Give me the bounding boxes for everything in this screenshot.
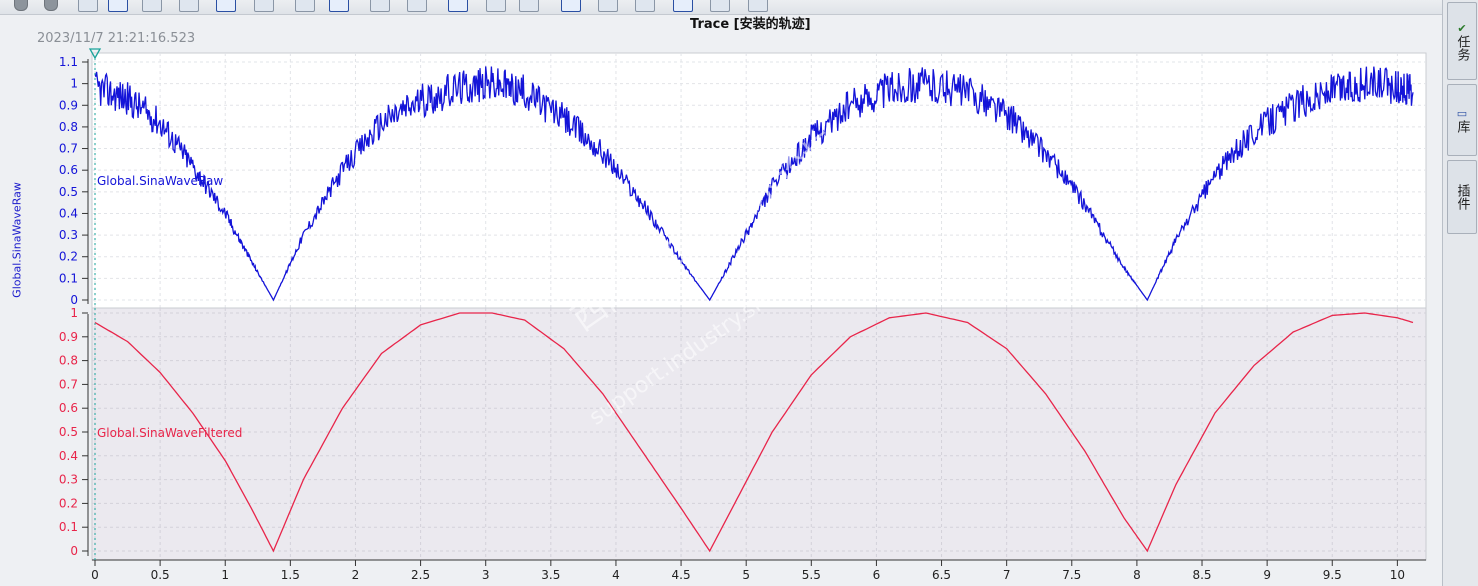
y-tick-label: 1 (70, 77, 78, 91)
task-card-panel: ✔ 任务 ▭ 库 插件 (1442, 0, 1478, 586)
plot-area-2 (91, 307, 1427, 561)
y-tick-label: 0.9 (59, 98, 78, 112)
x-tick-label: 9.5 (1323, 568, 1342, 582)
x-tick-label: 7.5 (1062, 568, 1081, 582)
x-tick-label: 6 (873, 568, 881, 582)
trigger-timestamp: 2023/11/7 21:21:16.523 (37, 31, 196, 46)
y-tick-label: 0.2 (59, 250, 78, 264)
series-label-1: Global.SinaWaveRaw (97, 174, 223, 188)
y-tick-label: 1 (70, 306, 78, 320)
x-tick-label: 7 (1003, 568, 1011, 582)
plot-area-1 (91, 52, 1427, 309)
x-tick-label: 2 (352, 568, 360, 582)
trace-title: Trace [安装的轨迹] (690, 17, 811, 32)
y-tick-label: 0.8 (59, 120, 78, 134)
y-tick-label: 0.3 (59, 473, 78, 487)
tab-library-label: 库 (1454, 120, 1470, 133)
x-tick-label: 0 (91, 568, 99, 582)
series-label-2: Global.SinaWaveFiltered (97, 426, 242, 440)
y-tick-label: 0.9 (59, 330, 78, 344)
x-tick-label: 4.5 (672, 568, 691, 582)
y-tick-label: 0.6 (59, 401, 78, 415)
y-tick-label: 0 (70, 544, 78, 558)
y-tick-label: 1.1 (59, 55, 78, 69)
tab-tasks[interactable]: ✔ 任务 (1447, 2, 1477, 80)
y-tick-label: 0.4 (59, 206, 78, 220)
y-tick-label: 0.8 (59, 354, 78, 368)
library-icon: ▭ (1455, 107, 1469, 120)
tab-addins[interactable]: 插件 (1447, 160, 1477, 234)
task-icon: ✔ (1455, 21, 1469, 35)
y-tick-label: 0.1 (59, 271, 78, 285)
trace-chart: 0 0.1 0.2 0.3 0.4 0.5 0.6 0.7 0.8 0.9 1 1.1 Global.S… (59, 48, 1427, 582)
x-tick-label: 5.5 (802, 568, 821, 582)
y-axis-title: Global.SinaWaveRaw (10, 182, 24, 298)
y-tick-label: 0.5 (59, 185, 78, 199)
y-tick-label: 0.4 (59, 449, 78, 463)
tab-tasks-label: 任务 (1454, 34, 1470, 61)
tab-library[interactable]: ▭ 库 (1447, 84, 1477, 156)
y-tick-label: 0.7 (59, 377, 78, 391)
y-tick-label: 0.3 (59, 228, 78, 242)
y-tick-label: 0.7 (59, 142, 78, 156)
x-tick-label: 8 (1133, 568, 1141, 582)
x-tick-label: 9 (1263, 568, 1271, 582)
x-tick-label: 1 (221, 568, 229, 582)
x-tick-label: 10 (1390, 568, 1405, 582)
y-tick-label: 0.1 (59, 520, 78, 534)
x-tick-label: 3.5 (541, 568, 560, 582)
x-tick-label: 2.5 (411, 568, 430, 582)
x-tick-label: 3 (482, 568, 490, 582)
x-tick-label: 4 (612, 568, 620, 582)
y-tick-label: 0.6 (59, 163, 78, 177)
x-tick-label: 6.5 (932, 568, 951, 582)
tab-addins-label: 插件 (1454, 184, 1470, 210)
y-tick-label: 0 (70, 293, 78, 307)
x-tick-label: 0.5 (151, 568, 170, 582)
y-tick-label: 0.5 (59, 425, 78, 439)
x-tick-label: 8.5 (1192, 568, 1211, 582)
x-tick-label: 1.5 (281, 568, 300, 582)
x-tick-label: 5 (742, 568, 750, 582)
y-tick-label: 0.2 (59, 496, 78, 510)
